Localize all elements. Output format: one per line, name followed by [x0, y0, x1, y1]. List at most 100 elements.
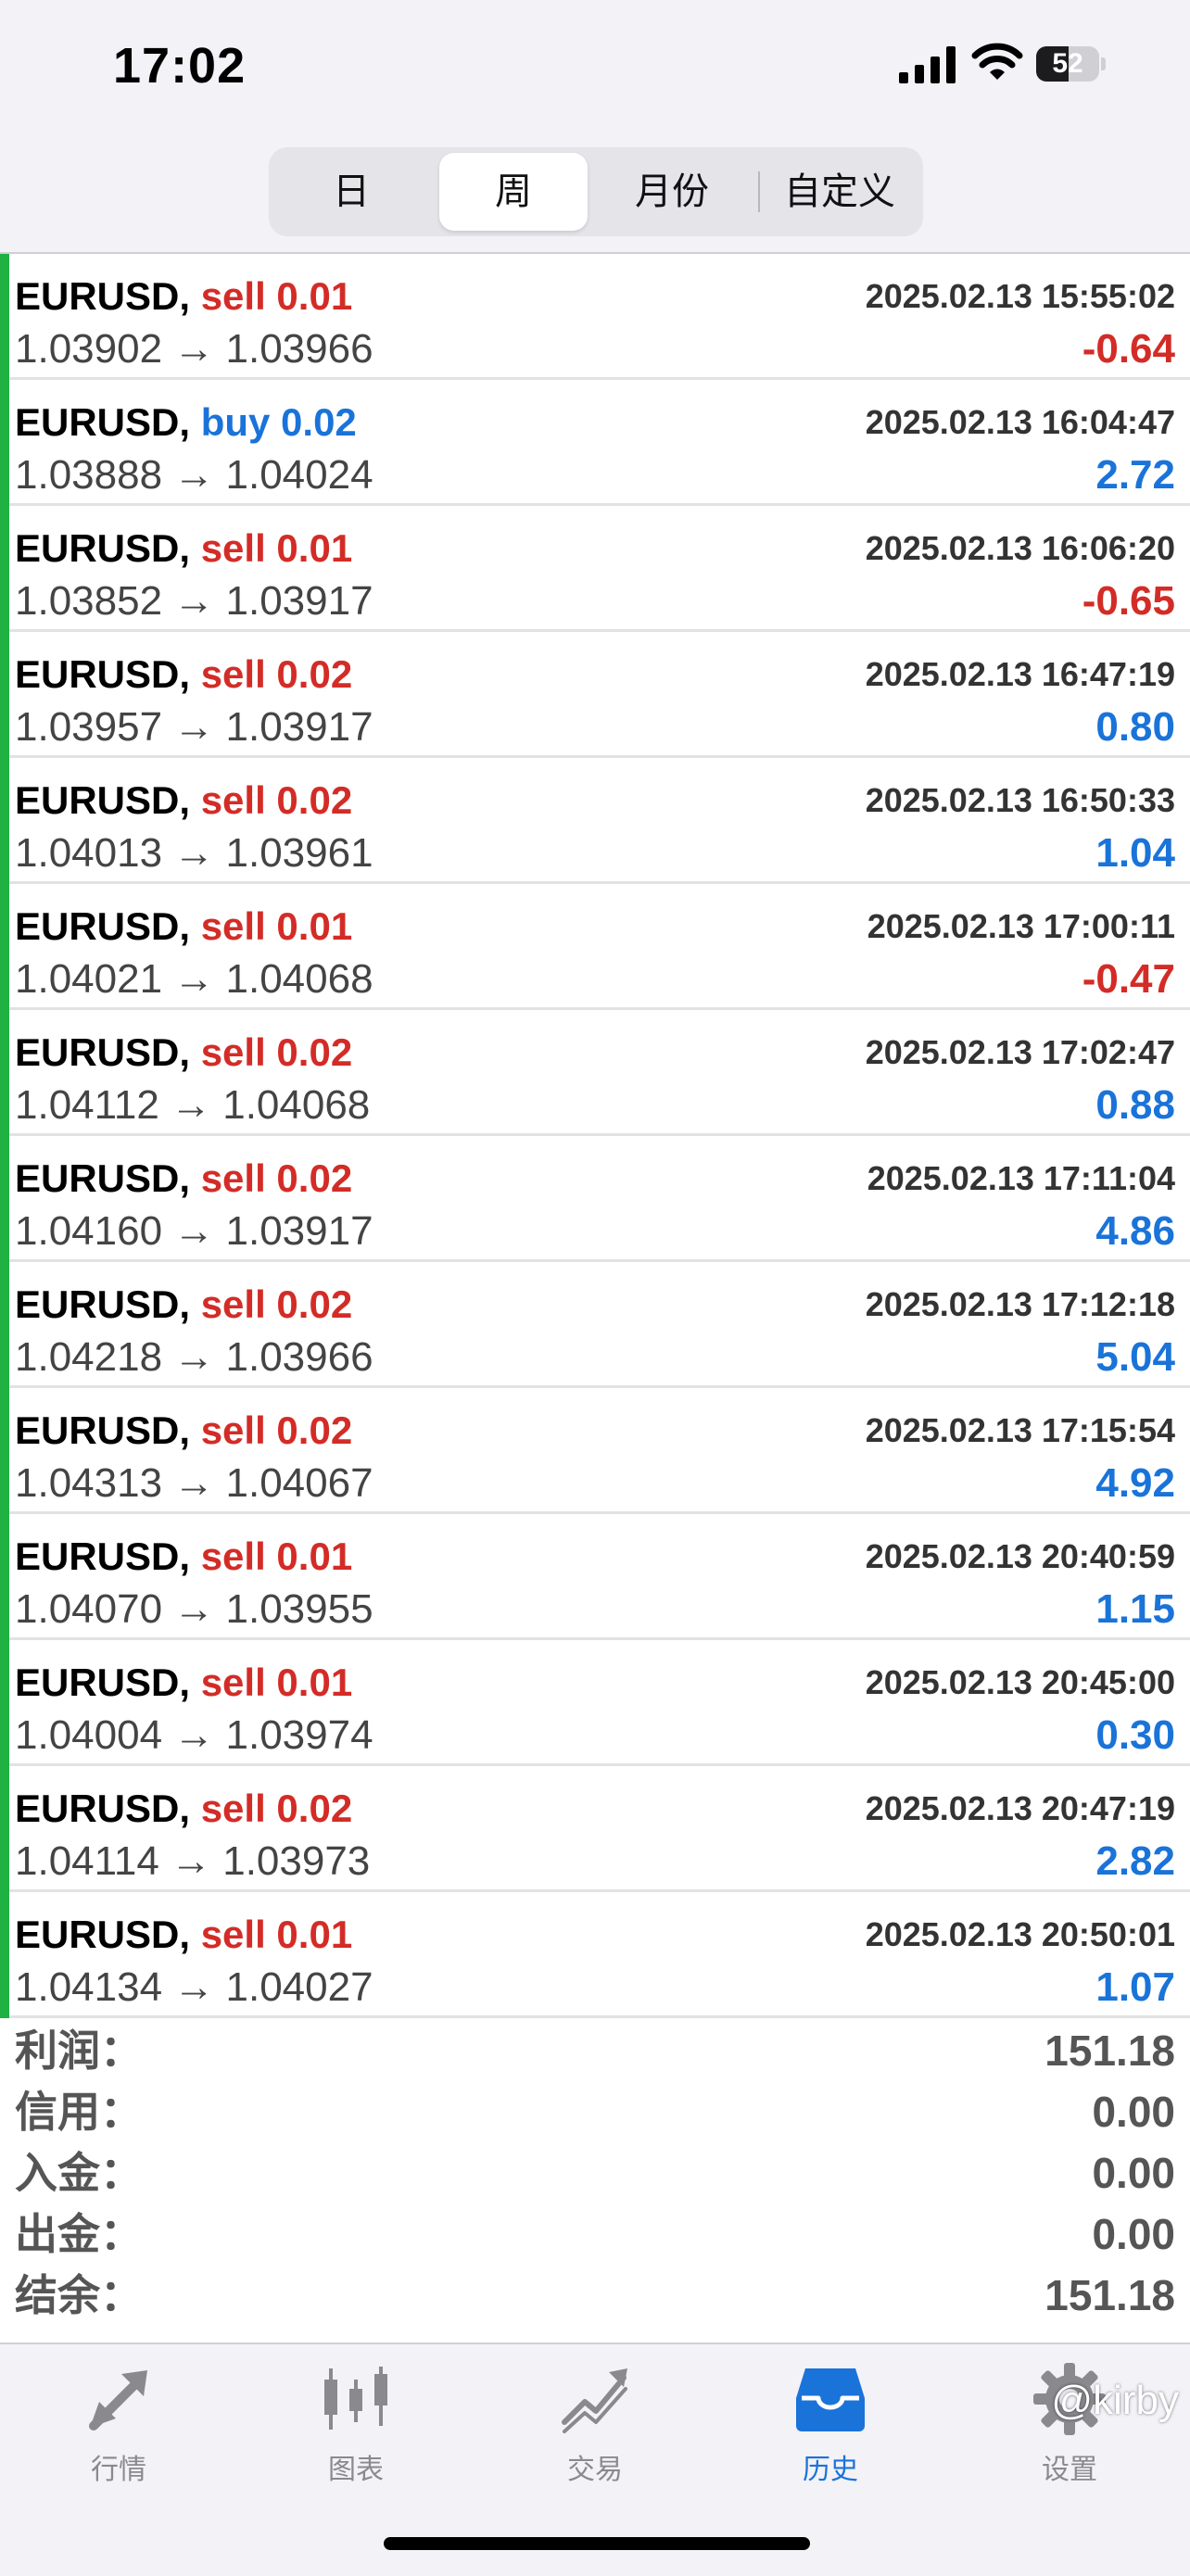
deal-side: sell 0.01 [200, 274, 353, 318]
deal-side: sell 0.02 [200, 1408, 353, 1452]
wifi-icon [971, 43, 1023, 80]
deal-row[interactable]: EURUSD, sell 0.02 2025.02.13 17:11:04 1.… [0, 1136, 1190, 1262]
deal-profit: 1.04 [1095, 830, 1175, 876]
deal-row[interactable]: EURUSD, sell 0.02 2025.02.13 16:47:19 1.… [0, 632, 1190, 758]
deal-title: EURUSD, sell 0.02 [15, 1027, 352, 1079]
deal-row[interactable]: EURUSD, sell 0.01 2025.02.13 20:40:59 1.… [0, 1514, 1190, 1640]
deal-prices: 1.04313 → 1.04067 [15, 1460, 373, 1506]
deal-prices: 1.03902 → 1.03966 [15, 326, 373, 372]
deal-side: sell 0.02 [200, 652, 353, 696]
deal-symbol: EURUSD, [15, 1913, 191, 1956]
tab-custom[interactable]: 自定义 [762, 153, 918, 231]
deal-row[interactable]: EURUSD, sell 0.01 2025.02.13 20:45:00 1.… [0, 1640, 1190, 1766]
segment-divider [758, 171, 760, 212]
deal-symbol: EURUSD, [15, 1156, 191, 1200]
deal-time: 2025.02.13 17:00:11 [867, 907, 1175, 945]
tab-label: 设置 [1042, 2455, 1097, 2485]
tab-label: 交易 [567, 2455, 623, 2485]
deal-title: EURUSD, sell 0.01 [15, 1657, 352, 1709]
deal-history-list: EURUSD, sell 0.01 2025.02.13 15:55:02 1.… [0, 254, 1190, 2018]
account-summary: 利润： 151.18 信用： 0.00 入金： 0.00 出金： 0.00 结余… [0, 2020, 1190, 2344]
deal-profit: -0.47 [1082, 956, 1175, 1002]
deal-time: 2025.02.13 15:55:02 [865, 277, 1175, 315]
deal-prices: 1.04070 → 1.03955 [15, 1586, 373, 1632]
deal-title: EURUSD, sell 0.01 [15, 1909, 352, 1961]
deal-title: EURUSD, sell 0.01 [15, 901, 352, 953]
battery-icon: 52 [1036, 46, 1107, 82]
tab-label: 历史 [803, 2455, 858, 2485]
deal-time: 2025.02.13 16:04:47 [865, 403, 1175, 441]
deal-time: 2025.02.13 20:50:01 [865, 1915, 1175, 1953]
deal-profit: 4.86 [1095, 1208, 1175, 1254]
deal-profit: 0.30 [1095, 1712, 1175, 1758]
deal-row[interactable]: EURUSD, sell 0.02 2025.02.13 20:47:19 1.… [0, 1766, 1190, 1892]
deal-title: EURUSD, buy 0.02 [15, 397, 357, 448]
deal-time: 2025.02.13 20:45:00 [865, 1663, 1175, 1701]
deal-row[interactable]: EURUSD, sell 0.01 2025.02.13 15:55:02 1.… [0, 254, 1190, 380]
candlestick-chart-icon [324, 2367, 387, 2430]
deal-row[interactable]: EURUSD, buy 0.02 2025.02.13 16:04:47 1.0… [0, 380, 1190, 506]
summary-label: 入金： [15, 2149, 143, 2197]
tab-day[interactable]: 日 [274, 153, 428, 231]
battery-level: 52 [1052, 48, 1083, 79]
deal-profit: 0.88 [1095, 1082, 1175, 1128]
tab-history[interactable]: 历史 [747, 2361, 914, 2500]
summary-value: 0.00 [1092, 2149, 1175, 2197]
deal-symbol: EURUSD, [15, 1030, 191, 1074]
deal-title: EURUSD, sell 0.02 [15, 775, 352, 827]
tab-quotes[interactable]: 行情 [35, 2361, 202, 2500]
deal-title: EURUSD, sell 0.01 [15, 1531, 352, 1583]
deal-symbol: EURUSD, [15, 400, 191, 444]
summary-label: 信用： [15, 2088, 143, 2136]
deal-side: sell 0.02 [200, 1787, 353, 1830]
deal-side: sell 0.01 [200, 904, 353, 948]
tab-charts[interactable]: 图表 [272, 2361, 439, 2500]
deal-profit: 2.82 [1095, 1838, 1175, 1884]
deal-row[interactable]: EURUSD, sell 0.02 2025.02.13 17:02:47 1.… [0, 1010, 1190, 1136]
deal-prices: 1.04114 → 1.03973 [15, 1838, 371, 1884]
deal-time: 2025.02.13 17:15:54 [865, 1411, 1175, 1449]
summary-label: 出金： [15, 2210, 143, 2258]
deal-title: EURUSD, sell 0.01 [15, 523, 352, 575]
deal-row[interactable]: EURUSD, sell 0.02 2025.02.13 16:50:33 1.… [0, 758, 1190, 884]
tab-label: 图表 [328, 2455, 384, 2485]
summary-balance-row: 结余： 151.18 [0, 2265, 1190, 2326]
deal-row[interactable]: EURUSD, sell 0.01 2025.02.13 17:00:11 1.… [0, 884, 1190, 1010]
deal-row[interactable]: EURUSD, sell 0.02 2025.02.13 17:15:54 1.… [0, 1388, 1190, 1514]
summary-withdrawal-row: 出金： 0.00 [0, 2203, 1190, 2265]
deal-title: EURUSD, sell 0.01 [15, 271, 352, 322]
deal-prices: 1.04112 → 1.04068 [15, 1082, 371, 1128]
quotes-arrows-icon [89, 2370, 147, 2431]
deal-time: 2025.02.13 16:50:33 [865, 781, 1175, 819]
deal-prices: 1.04160 → 1.03917 [15, 1208, 373, 1254]
deal-symbol: EURUSD, [15, 526, 191, 570]
deal-title: EURUSD, sell 0.02 [15, 1783, 352, 1835]
deal-prices: 1.04013 → 1.03961 [15, 830, 373, 876]
status-bar: 17:02 52 [0, 0, 1190, 139]
deal-prices: 1.04134 → 1.04027 [15, 1964, 373, 2010]
deal-row[interactable]: EURUSD, sell 0.02 2025.02.13 17:12:18 1.… [0, 1262, 1190, 1388]
deal-symbol: EURUSD, [15, 1282, 191, 1326]
deal-profit: -0.65 [1082, 578, 1175, 624]
tab-trade[interactable]: 交易 [512, 2361, 678, 2500]
deal-row[interactable]: EURUSD, sell 0.01 2025.02.13 20:50:01 1.… [0, 1892, 1190, 2018]
tab-week[interactable]: 周 [439, 153, 588, 231]
summary-value: 151.18 [1044, 2271, 1175, 2319]
summary-value: 0.00 [1092, 2088, 1175, 2136]
deal-row[interactable]: EURUSD, sell 0.01 2025.02.13 16:06:20 1.… [0, 506, 1190, 632]
deal-time: 2025.02.13 17:12:18 [865, 1285, 1175, 1323]
deal-time: 2025.02.13 20:40:59 [865, 1537, 1175, 1575]
deal-side: sell 0.02 [200, 778, 353, 822]
deal-profit: 5.04 [1095, 1334, 1175, 1380]
deal-title: EURUSD, sell 0.02 [15, 649, 352, 701]
deal-time: 2025.02.13 16:47:19 [865, 655, 1175, 693]
trade-chart-icon [562, 2368, 627, 2433]
deal-time: 2025.02.13 17:02:47 [865, 1033, 1175, 1071]
watermark: @kirby [1051, 2378, 1179, 2423]
deal-prices: 1.04004 → 1.03974 [15, 1712, 373, 1758]
tab-month[interactable]: 月份 [595, 153, 749, 231]
deal-profit: 4.92 [1095, 1460, 1175, 1506]
header: 日 周 月份 自定义 [0, 139, 1190, 254]
summary-value: 0.00 [1092, 2210, 1175, 2258]
deal-prices: 1.04021 → 1.04068 [15, 956, 373, 1002]
